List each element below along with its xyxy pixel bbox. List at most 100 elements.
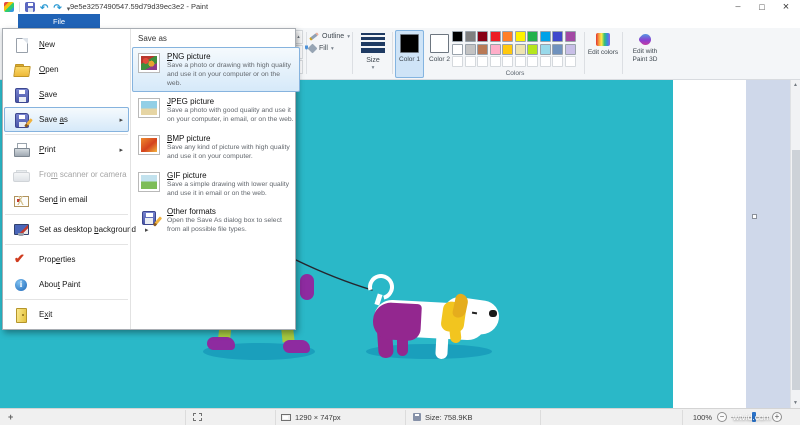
minimize-icon[interactable]: [726, 0, 750, 14]
about-info-icon: [13, 277, 30, 293]
status-separator: [682, 410, 683, 425]
palette-swatch[interactable]: [502, 43, 513, 55]
dog-nose: [489, 310, 497, 317]
palette-swatch[interactable]: [527, 43, 538, 55]
palette-swatch-empty[interactable]: [502, 56, 513, 67]
file-tab[interactable]: File: [18, 14, 100, 28]
zoom-out-icon[interactable]: −: [717, 412, 727, 422]
size-label: Size: [366, 57, 380, 64]
palette-swatch-empty[interactable]: [527, 56, 538, 67]
palette-swatch[interactable]: [477, 31, 488, 42]
format-title: Other formats: [167, 207, 216, 217]
scrollbar-thumb[interactable]: [792, 150, 800, 390]
gif-picture-icon: [138, 171, 160, 192]
format-title: GIF picture: [167, 170, 207, 180]
file-menu-item-set-as-desktop-background[interactable]: Set as desktop background ▸: [4, 217, 148, 242]
color-palette: [452, 31, 576, 67]
chevron-down-icon: ▾: [330, 45, 334, 52]
palette-swatch[interactable]: [564, 43, 576, 55]
palette-swatch[interactable]: [489, 43, 501, 55]
color1-swatch: [400, 34, 419, 53]
other-formats-icon: [138, 208, 160, 228]
canvas-resize-handle[interactable]: [752, 214, 757, 219]
palette-swatch[interactable]: [564, 31, 576, 42]
palette-swatch-empty[interactable]: [552, 56, 563, 67]
save-as-option-bmp-picture[interactable]: BMP picture Save any kind of picture with…: [132, 129, 300, 166]
save-icon[interactable]: [25, 2, 35, 12]
file-menu-item-save[interactable]: Save: [4, 82, 129, 107]
menu-item-label: New: [39, 40, 56, 49]
scroll-up-icon[interactable]: [791, 80, 800, 90]
file-menu-item-print[interactable]: Print ▸: [4, 137, 129, 162]
color1-label: Color 1: [399, 56, 420, 63]
palette-swatch[interactable]: [514, 43, 526, 55]
palette-swatch-empty[interactable]: [464, 56, 476, 67]
palette-swatch[interactable]: [552, 43, 563, 55]
file-menu-item-about-paint[interactable]: About Paint: [4, 272, 129, 297]
outline-button[interactable]: Outline ▾: [309, 32, 350, 41]
save-as-option-png-picture[interactable]: PNG picture Save a photo or drawing with …: [132, 47, 300, 93]
edit-with-paint3d-button[interactable]: Edit with Paint 3D: [625, 30, 665, 78]
save-as-option-gif-picture[interactable]: GIF picture Save a simple drawing with lo…: [132, 166, 300, 203]
status-bar: + 1290 × 747px Size: 758.9KB 100% − + wt…: [0, 408, 800, 425]
file-menu-item-properties[interactable]: Properties: [4, 247, 129, 272]
file-size-icon: [413, 413, 421, 421]
canvas-size-icon: [281, 414, 291, 421]
open-folder-icon: [13, 62, 30, 78]
format-description: Save a photo or drawing with high qualit…: [167, 62, 291, 87]
file-menu-item-new[interactable]: New: [4, 32, 129, 57]
menu-item-label: Exit: [39, 310, 53, 319]
save-as-floppy-icon: [13, 112, 30, 128]
scroll-down-icon[interactable]: [791, 398, 800, 408]
palette-swatch-empty[interactable]: [452, 56, 463, 67]
palette-swatch[interactable]: [502, 31, 513, 42]
menu-item-label: Properties: [39, 255, 76, 264]
color1-button[interactable]: Color 1: [395, 30, 424, 78]
properties-check-icon: [13, 251, 30, 268]
palette-swatch-empty[interactable]: [489, 56, 501, 67]
format-title: PNG picture: [167, 52, 211, 61]
zoom-in-icon[interactable]: +: [772, 412, 782, 422]
palette-swatch[interactable]: [452, 43, 463, 55]
palette-swatch[interactable]: [464, 43, 476, 55]
palette-swatch[interactable]: [514, 31, 526, 42]
palette-swatch[interactable]: [464, 31, 476, 42]
palette-swatch-empty[interactable]: [564, 56, 576, 67]
selection-size-icon: [193, 413, 202, 421]
format-description: Open the Save As dialog box to select fr…: [167, 217, 282, 234]
save-as-option-other-formats[interactable]: Other formats Open the Save As dialog box…: [132, 202, 300, 239]
status-separator: [405, 410, 406, 425]
group-separator: [584, 32, 585, 74]
palette-swatch[interactable]: [527, 31, 538, 42]
file-menu-item-from-scanner-or-camera[interactable]: From scanner or camera: [4, 162, 129, 187]
close-icon[interactable]: [774, 0, 798, 14]
status-separator: [275, 410, 276, 425]
palette-swatch[interactable]: [477, 43, 488, 55]
fill-button[interactable]: Fill ▾: [307, 43, 350, 54]
edit-colors-button[interactable]: Edit colors: [587, 30, 619, 78]
palette-swatch-empty[interactable]: [539, 56, 551, 67]
palette-swatch[interactable]: [552, 31, 563, 42]
palette-swatch[interactable]: [489, 31, 501, 42]
new-document-icon: [13, 37, 30, 53]
save-as-option-jpeg-picture[interactable]: JPEG picture Save a photo with good quali…: [132, 92, 300, 129]
size-button[interactable]: Size ▾: [356, 31, 390, 77]
restore-icon[interactable]: [750, 0, 774, 14]
zoom-level-value: 100%: [692, 413, 712, 422]
file-menu-item-send-in-email[interactable]: Send in email: [4, 187, 129, 212]
file-menu-item-open[interactable]: Open: [4, 57, 129, 82]
titlebar: 9e5e3257490547.59d79d39ec3e2 - Paint: [0, 0, 800, 14]
person-shoe: [207, 337, 235, 350]
file-menu-item-exit[interactable]: Exit: [4, 302, 129, 327]
vertical-scrollbar[interactable]: [790, 80, 800, 408]
colors-group-label: Colors: [505, 70, 525, 77]
palette-swatch[interactable]: [539, 31, 551, 42]
palette-swatch[interactable]: [452, 31, 463, 42]
paint-window: 9e5e3257490547.59d79d39ec3e2 - Paint Fil…: [0, 0, 800, 425]
palette-swatch-empty[interactable]: [514, 56, 526, 67]
palette-swatch[interactable]: [539, 43, 551, 55]
file-menu-item-save-as[interactable]: Save as ▸: [4, 107, 129, 132]
window-title: 9e5e3257490547.59d79d39ec3e2 - Paint: [70, 2, 209, 11]
palette-swatch-empty[interactable]: [477, 56, 488, 67]
color2-button[interactable]: Color 2: [425, 30, 454, 78]
